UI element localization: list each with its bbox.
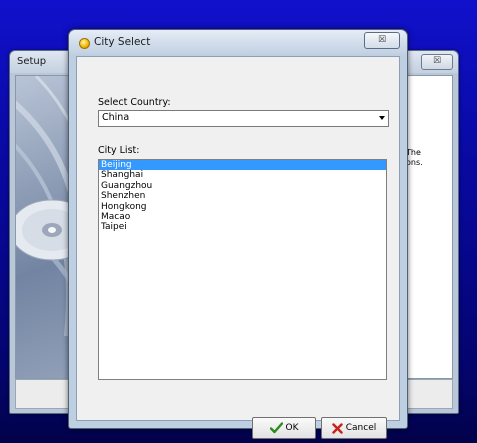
country-select-value: China [102,112,130,123]
cancel-button-label: Cancel [345,423,377,433]
dialog-close-button[interactable]: ☒ [364,32,400,49]
ok-button-label: OK [285,423,299,433]
city-select-dialog: City Select ☒ Select Country: China City… [68,29,408,439]
city-list-label: City List: [98,145,140,156]
setup-window-title: Setup [17,56,47,67]
dropdown-arrow-icon [379,116,385,120]
list-item-taipei[interactable]: Taipei [99,222,386,232]
ok-button[interactable]: OK [252,417,316,439]
list-item-macao[interactable]: Macao [99,212,386,222]
dialog-titlebar: City Select ☒ [69,30,407,54]
checkmark-icon [269,422,283,434]
cancel-button[interactable]: Cancel [321,417,387,439]
setup-close-button[interactable]: ☒ [421,54,453,70]
list-item-shenzhen[interactable]: Shenzhen [99,191,386,201]
dialog-client-area: Select Country: China City List: Beijing… [76,56,400,439]
x-icon [332,422,343,434]
list-item-hongkong[interactable]: Hongkong [99,202,386,212]
close-icon: ☒ [377,35,387,45]
dialog-title: City Select [94,36,151,48]
list-item-beijing[interactable]: Beijing [99,160,386,171]
list-item-guangzhou[interactable]: Guangzhou [99,181,386,191]
country-select[interactable]: China [98,110,389,127]
setup-description-text: The ons. [406,148,423,167]
city-listbox[interactable]: Beijing Shanghai Guangzhou Shenzhen Hong… [98,159,387,380]
country-label: Select Country: [98,97,171,108]
close-icon: ☒ [432,56,442,66]
list-item-shanghai[interactable]: Shanghai [99,170,386,180]
app-icon [79,38,90,49]
